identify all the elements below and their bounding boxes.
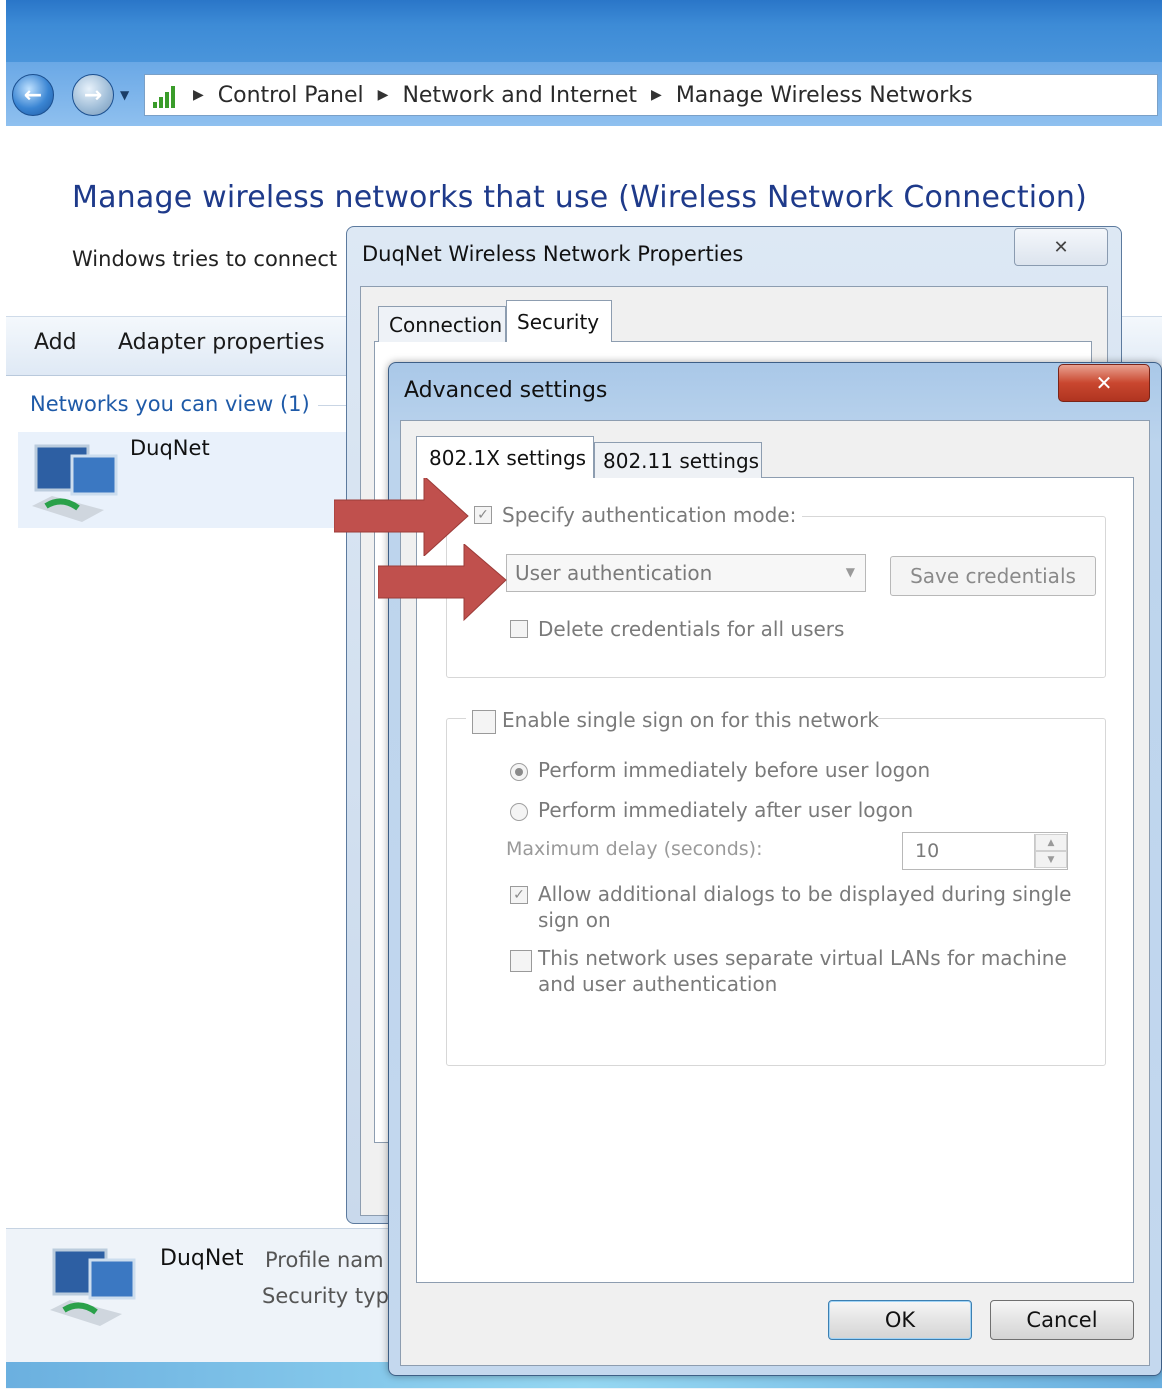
details-profile-label: Profile nam <box>265 1248 384 1272</box>
checkmark-icon: ✓ <box>513 887 525 903</box>
back-button[interactable]: ← <box>12 74 54 116</box>
radio-before-label: Perform immediately before user logon <box>538 758 931 782</box>
breadcrumb-separator-icon[interactable]: ▶ <box>651 87 662 103</box>
save-credentials-button[interactable]: Save credentials <box>890 556 1096 596</box>
breadcrumb-separator-icon[interactable]: ▶ <box>378 87 389 103</box>
tab-security[interactable]: Security <box>506 300 612 342</box>
allow-dialogs-checkbox[interactable]: ✓ <box>510 886 528 904</box>
breadcrumb-manage-wireless[interactable]: Manage Wireless Networks <box>676 83 973 108</box>
details-network-name: DuqNet <box>160 1246 244 1271</box>
networks-group-header[interactable]: Networks you can view (1) <box>30 392 310 416</box>
close-button[interactable]: ✕ <box>1014 228 1108 266</box>
sso-checkbox[interactable] <box>472 710 496 734</box>
breadcrumb-separator-icon[interactable]: ▶ <box>193 87 204 103</box>
page-description: Windows tries to connect <box>72 247 338 271</box>
wireless-network-icon <box>32 444 118 522</box>
tab-connection[interactable]: Connection <box>378 306 506 342</box>
separate-vlans-label-line2: and user authentication <box>538 972 778 996</box>
network-signal-icon <box>153 82 183 108</box>
specify-auth-checkbox[interactable]: ✓ <box>474 506 492 524</box>
close-button[interactable]: ✕ <box>1058 364 1150 402</box>
breadcrumb-network-internet[interactable]: Network and Internet <box>402 83 637 108</box>
radio-after-logon[interactable] <box>510 803 528 821</box>
sso-label: Enable single sign on for this network <box>502 708 879 732</box>
address-field[interactable]: ▶ Control Panel ▶ Network and Internet ▶… <box>144 74 1158 116</box>
wireless-network-icon <box>50 1248 136 1326</box>
max-delay-label: Maximum delay (seconds): <box>506 838 763 860</box>
details-security-label: Security typ <box>262 1284 389 1308</box>
window-titlebar <box>6 0 1162 62</box>
adapter-properties-button[interactable]: Adapter properties <box>118 330 325 355</box>
checkmark-icon: ✓ <box>477 507 489 523</box>
specify-auth-label: Specify authentication mode: <box>502 503 797 527</box>
spin-up-icon[interactable]: ▲ <box>1035 834 1067 851</box>
separate-vlans-checkbox[interactable] <box>510 950 532 972</box>
chevron-down-icon: ▼ <box>845 565 855 579</box>
page-title: Manage wireless networks that use (Wirel… <box>72 180 1087 215</box>
ok-button[interactable]: OK <box>828 1300 972 1340</box>
breadcrumb-control-panel[interactable]: Control Panel <box>218 83 364 108</box>
allow-dialogs-label-line2: sign on <box>538 908 611 932</box>
cancel-button[interactable]: Cancel <box>990 1300 1134 1340</box>
red-arrow-icon <box>378 544 507 622</box>
close-icon: ✕ <box>1053 236 1069 258</box>
delete-credentials-checkbox[interactable] <box>510 620 528 638</box>
properties-dialog-title: DuqNet Wireless Network Properties <box>362 242 744 266</box>
network-name: DuqNet <box>130 436 210 460</box>
radio-after-label: Perform immediately after user logon <box>538 798 914 822</box>
close-icon: ✕ <box>1095 371 1113 395</box>
add-button[interactable]: Add <box>34 330 77 355</box>
radio-before-logon[interactable] <box>510 763 528 781</box>
allow-dialogs-label-line1: Allow additional dialogs to be displayed… <box>538 882 1072 906</box>
group-divider <box>318 405 348 406</box>
tab-80211-settings[interactable]: 802.11 settings <box>594 442 762 478</box>
auth-mode-value: User authentication <box>515 561 713 585</box>
authentication-group <box>446 516 1106 678</box>
delete-credentials-label: Delete credentials for all users <box>538 617 845 641</box>
radio-dot-icon <box>515 768 523 776</box>
tab-8021x-settings[interactable]: 802.1X settings <box>416 436 594 478</box>
spin-down-icon[interactable]: ▼ <box>1035 851 1067 868</box>
separate-vlans-label-line1: This network uses separate virtual LANs … <box>538 946 1067 970</box>
auth-mode-select[interactable]: User authentication ▼ <box>506 554 866 592</box>
max-delay-spinner[interactable]: ▲ ▼ <box>1034 834 1067 868</box>
recent-pages-chevron-icon[interactable]: ▼ <box>120 88 129 102</box>
forward-button[interactable]: → <box>72 74 114 116</box>
advanced-settings-title: Advanced settings <box>404 378 608 403</box>
